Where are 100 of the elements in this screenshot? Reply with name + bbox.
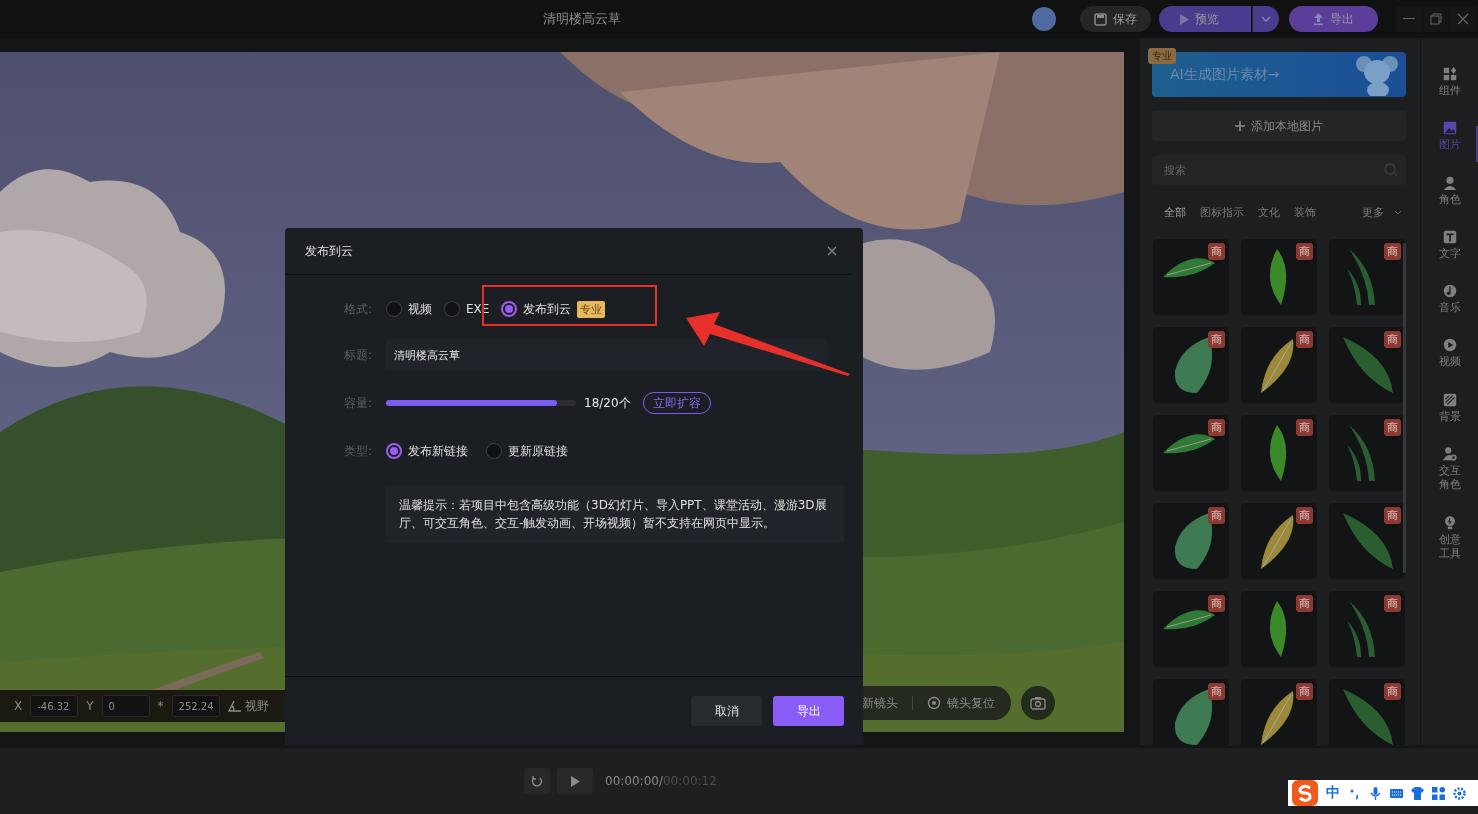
play-icon — [570, 775, 580, 787]
search-field[interactable]: 搜索 — [1152, 155, 1406, 185]
radio-label[interactable]: 视频 — [408, 300, 432, 318]
grid-icon — [1441, 66, 1458, 82]
commercial-badge: 商 — [1384, 331, 1401, 348]
ime-logo-icon[interactable] — [1292, 780, 1318, 806]
cancel-button[interactable]: 取消 — [691, 696, 762, 726]
new-camera-button[interactable]: 新镜头 — [862, 694, 898, 712]
commercial-badge: 商 — [1208, 595, 1225, 612]
asset-thumbnail[interactable]: 商 — [1153, 415, 1229, 491]
rail-item[interactable]: 视频 — [1437, 337, 1462, 370]
ime-mode[interactable]: 中 — [1326, 784, 1340, 802]
close-button[interactable] — [827, 246, 837, 256]
asset-thumbnail[interactable]: 商 — [1153, 239, 1229, 315]
leaf-drawing — [1174, 689, 1213, 745]
plus-icon — [1235, 121, 1245, 131]
asset-thumbnail[interactable]: 商 — [1329, 503, 1405, 579]
rail-item[interactable]: 音乐 — [1437, 283, 1462, 316]
leaf-drawing — [1163, 610, 1215, 630]
asset-thumbnail[interactable]: 商 — [1241, 503, 1317, 579]
radio-button[interactable] — [501, 301, 518, 317]
preview-button[interactable]: 预览 — [1159, 6, 1251, 32]
leaf-drawing — [1174, 337, 1213, 393]
export-button[interactable]: 导出 — [773, 696, 844, 726]
play-icon — [1179, 13, 1189, 25]
title-field[interactable]: 清明楼高云草 — [386, 339, 827, 371]
more-dropdown[interactable]: 更多 — [1362, 204, 1406, 220]
asset-thumbnail[interactable]: 商 — [1153, 503, 1229, 579]
coordinate-field[interactable]: -46.32 — [30, 695, 79, 717]
asset-thumbnail[interactable]: 商 — [1329, 591, 1405, 667]
banner-text: AI生成图片素材→ — [1170, 65, 1280, 84]
asset-thumbnail[interactable]: 商 — [1329, 679, 1405, 745]
dropdown-button[interactable] — [1252, 6, 1279, 32]
capacity-reading: 18/20个 — [584, 394, 631, 412]
rail-item[interactable]: 背景 — [1437, 391, 1462, 425]
view-label[interactable]: 视野 — [244, 697, 269, 715]
grid-icon[interactable] — [1432, 786, 1445, 800]
avatar-icon[interactable] — [1032, 7, 1056, 31]
close-icon — [1457, 13, 1469, 25]
settings-icon[interactable] — [1453, 786, 1466, 800]
category-tab[interactable]: 全部 — [1164, 204, 1186, 220]
category-tab[interactable]: 图标指示 — [1200, 204, 1244, 220]
upload-icon — [1313, 13, 1324, 25]
commercial-badge: 商 — [1296, 419, 1313, 436]
commercial-badge: 商 — [1296, 507, 1313, 524]
microphone-icon[interactable] — [1369, 786, 1382, 800]
rail-item[interactable]: 角色 — [1437, 174, 1462, 207]
radio-button[interactable] — [386, 301, 402, 317]
field-label: 标题: — [342, 346, 372, 364]
asset-thumbnail[interactable]: 商 — [1241, 415, 1317, 491]
rail-item[interactable]: 组件 — [1437, 66, 1462, 99]
play-icon — [1441, 337, 1458, 354]
commercial-badge: 商 — [1208, 683, 1225, 700]
pro-badge: 专业 — [1148, 48, 1176, 64]
time-display: 00:00:00/00:00:12 — [605, 774, 717, 788]
asset-thumbnail[interactable]: 商 — [1329, 327, 1405, 403]
asset-thumbnail[interactable]: 商 — [1241, 327, 1317, 403]
radio-label[interactable]: 发布新链接 — [408, 442, 468, 460]
asset-thumbnail[interactable]: 商 — [1153, 679, 1229, 745]
coordinate-field[interactable]: 252.24 — [171, 695, 220, 717]
leaf-drawing — [1174, 513, 1213, 569]
asset-thumbnail[interactable]: 商 — [1153, 327, 1229, 403]
keyboard-icon[interactable] — [1390, 786, 1403, 800]
asset-thumbnail[interactable]: 商 — [1329, 239, 1405, 315]
asset-thumbnail[interactable]: 商 — [1329, 415, 1405, 491]
commercial-badge: 商 — [1384, 595, 1401, 612]
person-icon — [1441, 446, 1458, 463]
play-button[interactable] — [557, 768, 593, 794]
asset-thumbnail[interactable]: 商 — [1241, 591, 1317, 667]
coordinate-label: X — [14, 699, 23, 713]
category-tab[interactable]: 装饰 — [1294, 204, 1316, 220]
rail-item[interactable]: 文字 — [1437, 228, 1462, 262]
radio-label[interactable]: 发布到云 — [523, 300, 572, 318]
leaf-drawing — [1347, 249, 1375, 305]
asset-thumbnail[interactable]: 商 — [1241, 239, 1317, 315]
export-button[interactable]: 导出 — [1289, 6, 1378, 32]
asset-thumbnail[interactable]: 商 — [1153, 591, 1229, 667]
save-button[interactable]: 保存 — [1080, 6, 1151, 32]
asset-thumbnail[interactable]: 商 — [1241, 679, 1317, 745]
shirt-icon[interactable] — [1411, 786, 1424, 800]
camera-reset-button[interactable]: 镜头复位 — [927, 694, 995, 712]
coordinate-label: * — [157, 699, 164, 713]
radio-button[interactable] — [386, 443, 402, 459]
leaf-drawing — [1347, 425, 1375, 481]
close-button[interactable] — [1450, 6, 1476, 32]
angle-icon — [227, 700, 242, 712]
commercial-badge: 商 — [1384, 507, 1401, 524]
radio-label[interactable]: 更新原链接 — [508, 442, 568, 460]
commercial-badge: 商 — [1208, 507, 1225, 524]
save-icon — [1094, 12, 1107, 26]
rail-item[interactable]: 创意工具 — [1437, 514, 1462, 562]
add-image-button[interactable]: 添加本地图片 — [1152, 111, 1406, 141]
radio-button[interactable] — [444, 301, 460, 317]
leaf-drawing — [1261, 515, 1294, 569]
rail-item[interactable]: 交互角色 — [1437, 446, 1462, 493]
coordinate-field[interactable]: 0 — [101, 695, 150, 717]
radio-button[interactable] — [486, 443, 502, 459]
text-icon — [1441, 228, 1458, 245]
loop-button[interactable] — [524, 768, 550, 794]
category-tab[interactable]: 文化 — [1258, 204, 1280, 220]
